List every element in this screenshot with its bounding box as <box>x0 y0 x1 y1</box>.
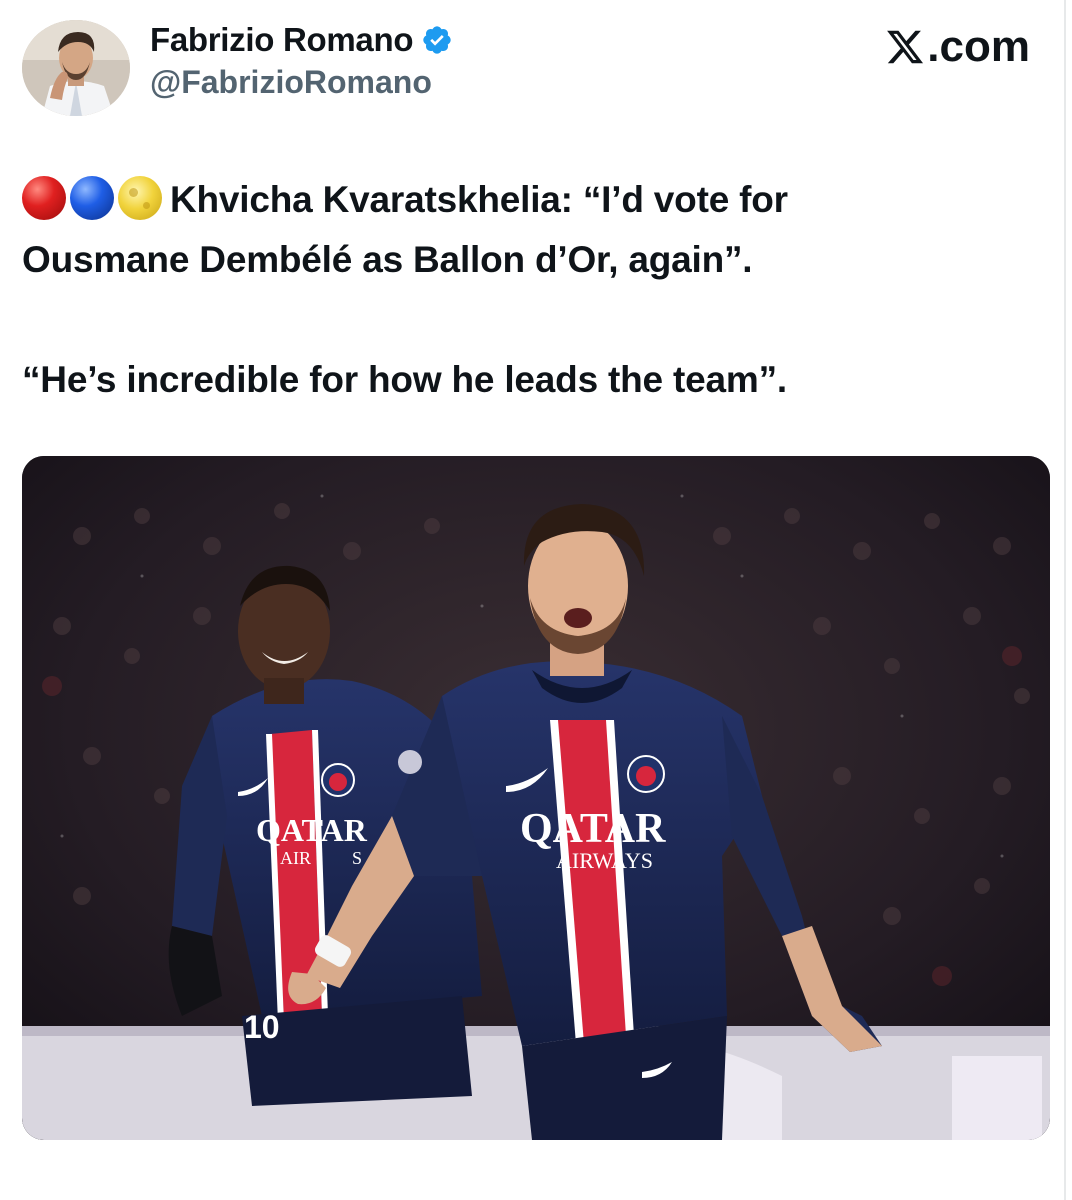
x-logo-icon <box>885 27 925 67</box>
display-name[interactable]: Fabrizio Romano <box>150 20 413 60</box>
page-edge-divider <box>1064 0 1066 1200</box>
avatar[interactable] <box>22 20 130 116</box>
tweet-line-1-text: Khvicha Kvaratskhelia: “I’d vote for <box>170 179 788 220</box>
x-com-brand[interactable]: .com <box>885 22 1030 72</box>
sponsor-subtext: AIRWAYS <box>556 848 653 873</box>
user-handle[interactable]: @FabrizioRomano <box>150 62 432 102</box>
blue-circle-emoji-icon <box>70 176 114 220</box>
celebration-photo: QATAR AIR S 10 QATAR AIRWAYS <box>22 456 1050 1140</box>
verified-badge-icon <box>421 24 453 56</box>
red-circle-emoji-icon <box>22 176 66 220</box>
emoji-group <box>22 176 162 220</box>
full-moon-emoji-icon <box>118 176 162 220</box>
left-sponsor-sub: AIR <box>280 848 311 868</box>
tweet-screenshot: Fabrizio Romano @FabrizioRomano .com Khv… <box>0 0 1072 1200</box>
jersey-number: 10 <box>244 1009 280 1045</box>
brand-domain-text: .com <box>927 22 1030 71</box>
tweet-photo[interactable]: QATAR AIR S 10 QATAR AIRWAYS <box>22 456 1050 1140</box>
left-sponsor-text: QATAR <box>256 812 368 848</box>
left-sponsor-tail: S <box>352 848 362 868</box>
tweet-text: Khvicha Kvaratskhelia: “I’d vote for Ous… <box>22 170 1032 410</box>
avatar-image <box>22 20 130 116</box>
tweet-line-1: Khvicha Kvaratskhelia: “I’d vote for <box>22 170 1032 230</box>
sponsor-text: QATAR <box>520 806 666 852</box>
tweet-line-2: Ousmane Dembélé as Ballon d’Or, again”. <box>22 239 753 280</box>
tweet-line-3: “He’s incredible for how he leads the te… <box>22 359 787 400</box>
display-name-row[interactable]: Fabrizio Romano <box>150 20 453 60</box>
